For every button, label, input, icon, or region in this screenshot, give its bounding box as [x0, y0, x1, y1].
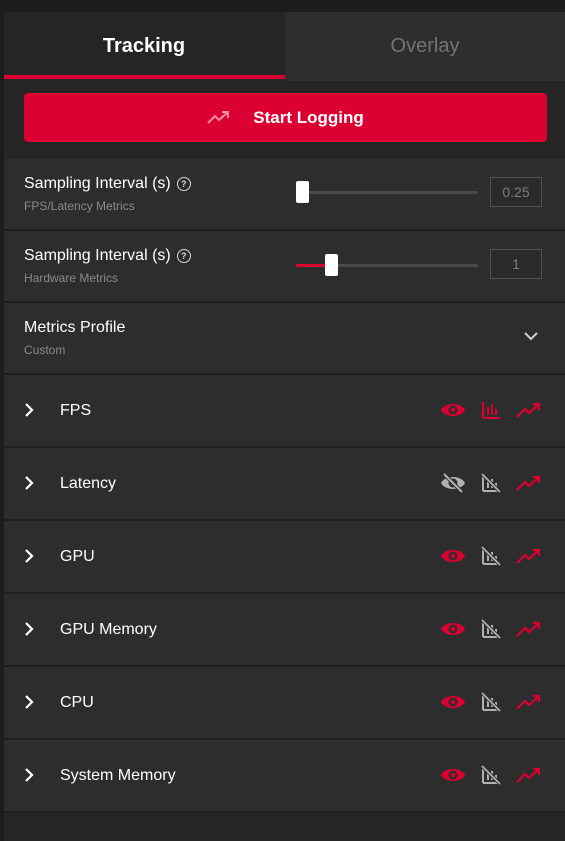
metric-row[interactable]: Latency: [4, 448, 565, 521]
chevron-down-icon[interactable]: [523, 331, 539, 341]
chevron-right-icon[interactable]: [23, 548, 35, 564]
setting-subtitle: FPS/Latency Metrics: [24, 199, 135, 213]
eye-icon[interactable]: [440, 764, 466, 791]
hardware-interval-slider[interactable]: [296, 254, 478, 276]
bar-chart-icon[interactable]: [480, 399, 502, 426]
hardware-interval-input[interactable]: 1: [490, 249, 542, 279]
trending-up-icon[interactable]: [516, 401, 542, 426]
start-logging-button[interactable]: Start Logging: [24, 93, 547, 142]
setting-title-row: Sampling Interval (s) ?: [24, 175, 191, 193]
eye-off-icon[interactable]: [440, 472, 466, 499]
fps-interval-slider[interactable]: [296, 181, 478, 203]
chart-off-icon[interactable]: [480, 691, 502, 718]
chevron-right-icon[interactable]: [23, 694, 35, 710]
trending-up-icon[interactable]: [516, 693, 542, 718]
trending-up-icon[interactable]: [516, 474, 542, 499]
active-tab-indicator: [4, 75, 285, 79]
metric-row[interactable]: GPU: [4, 521, 565, 594]
trending-up-icon[interactable]: [516, 547, 542, 572]
chevron-right-icon[interactable]: [23, 475, 35, 491]
tab-tracking[interactable]: Tracking: [4, 12, 284, 81]
eye-icon[interactable]: [440, 545, 466, 572]
tracking-panel: Tracking Overlay Start Logging Sampling …: [4, 12, 565, 841]
profile-value: Custom: [24, 343, 66, 357]
chart-off-icon[interactable]: [480, 472, 502, 499]
chevron-right-icon[interactable]: [23, 402, 35, 418]
eye-icon[interactable]: [440, 691, 466, 718]
help-icon[interactable]: ?: [176, 249, 191, 263]
metric-row[interactable]: System Memory: [4, 740, 565, 813]
sampling-interval-hardware-setting: Sampling Interval (s) ? Hardware Metrics…: [4, 231, 565, 303]
slider-thumb[interactable]: [324, 254, 338, 276]
metric-name: CPU: [60, 694, 94, 711]
metric-name: System Memory: [60, 767, 176, 784]
setting-subtitle: Hardware Metrics: [24, 271, 119, 285]
chevron-right-icon[interactable]: [23, 767, 35, 783]
setting-title: Sampling Interval (s): [24, 175, 171, 192]
trending-up-icon[interactable]: [516, 620, 542, 645]
metric-name: GPU Memory: [60, 621, 157, 638]
chart-off-icon[interactable]: [480, 545, 502, 572]
trending-up-icon[interactable]: [516, 766, 542, 791]
metric-row[interactable]: FPS: [4, 375, 565, 448]
start-logging-label: Start Logging: [253, 107, 364, 127]
eye-icon[interactable]: [440, 399, 466, 426]
metric-row[interactable]: CPU: [4, 667, 565, 740]
help-icon[interactable]: ?: [176, 177, 191, 191]
metric-name: FPS: [60, 402, 92, 419]
tab-overlay[interactable]: Overlay: [285, 12, 565, 81]
sampling-interval-fps-setting: Sampling Interval (s) ? FPS/Latency Metr…: [4, 159, 565, 231]
metric-name: GPU: [60, 548, 95, 565]
metric-name: Latency: [60, 475, 117, 492]
trending-up-icon: [207, 110, 230, 124]
profile-title: Metrics Profile: [24, 319, 126, 336]
metrics-profile-dropdown[interactable]: Metrics Profile Custom: [4, 303, 565, 375]
slider-thumb[interactable]: [296, 181, 309, 203]
eye-icon[interactable]: [440, 618, 466, 645]
tab-bar: Tracking Overlay: [4, 12, 565, 81]
setting-title-row: Sampling Interval (s) ?: [24, 247, 191, 265]
chevron-right-icon[interactable]: [23, 621, 35, 637]
chart-off-icon[interactable]: [480, 764, 502, 791]
setting-title: Sampling Interval (s): [24, 247, 171, 264]
fps-interval-input[interactable]: 0.25: [490, 177, 542, 207]
chart-off-icon[interactable]: [480, 618, 502, 645]
metric-row[interactable]: GPU Memory: [4, 594, 565, 667]
